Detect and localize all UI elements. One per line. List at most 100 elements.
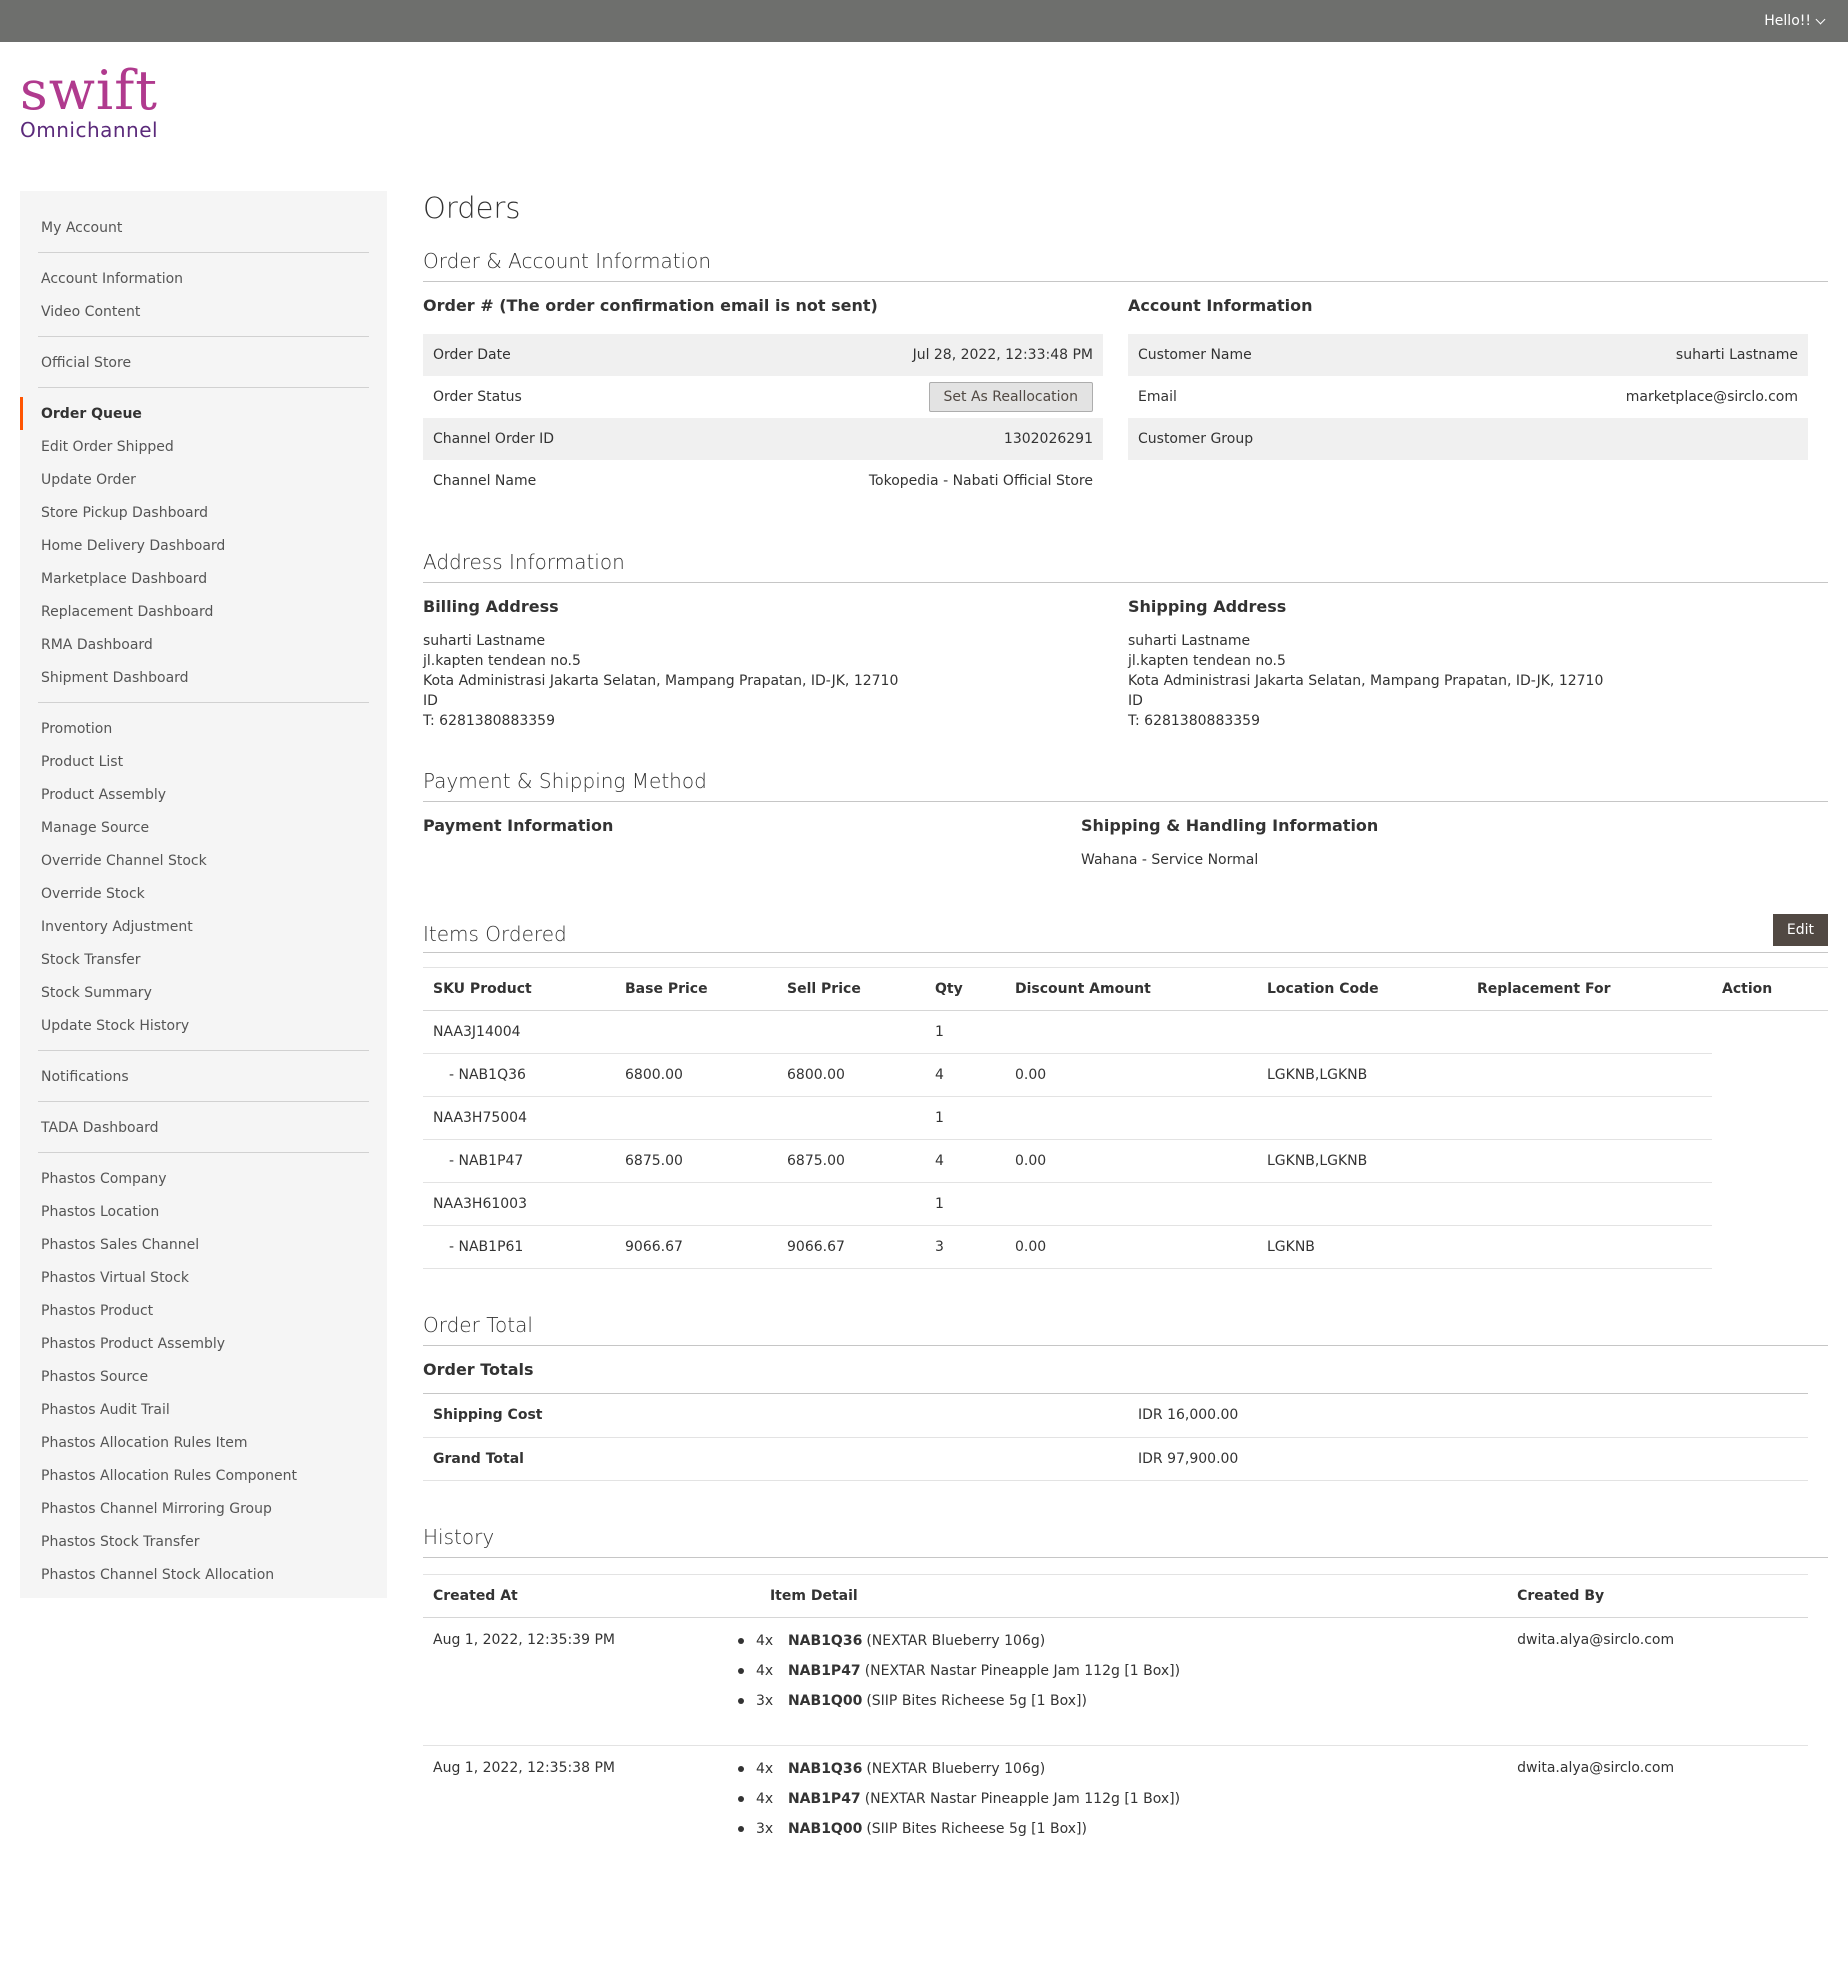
table-cell: 1	[925, 1096, 1005, 1140]
sidebar-item-update-stock-history[interactable]: Update Stock History	[20, 1009, 387, 1042]
sidebar-item-phastos-channel-mirroring-group[interactable]: Phastos Channel Mirroring Group	[20, 1492, 387, 1525]
bullet-icon	[737, 1825, 744, 1832]
billing-address-lines: suharti Lastname jl.kapten tendean no.5 …	[423, 631, 1103, 731]
order-info-title: Order # (The order confirmation email is…	[423, 296, 878, 315]
sidebar-divider	[38, 252, 369, 253]
sidebar-item-order-queue[interactable]: Order Queue	[20, 397, 387, 430]
table-cell: 1	[925, 1182, 1005, 1226]
sidebar-item-label: Stock Transfer	[41, 951, 141, 968]
history-created-by: dwita.alya@sirclo.com	[1517, 1759, 1675, 1776]
table-cell: 0.00	[1005, 1139, 1257, 1183]
history-item-sku: NAB1P47	[787, 1662, 861, 1679]
history-item-qty: 3x	[755, 1692, 774, 1709]
shipping-address: Shipping Address suharti Lastname jl.kap…	[1128, 597, 1828, 731]
sidebar-item-promotion[interactable]: Promotion	[20, 712, 387, 745]
logo-subtitle: Omnichannel	[20, 118, 159, 142]
sidebar-item-phastos-product[interactable]: Phastos Product	[20, 1294, 387, 1327]
set-as-reallocation-button[interactable]: Set As Reallocation	[928, 382, 1093, 412]
table-cell	[1005, 1010, 1257, 1054]
history-item-name: (NEXTAR Nastar Pineapple Jam 112g [1 Box…	[864, 1662, 1181, 1679]
sidebar-item-video-content[interactable]: Video Content	[20, 295, 387, 328]
table-cell: LGKNB	[1257, 1225, 1467, 1269]
edit-items-button[interactable]: Edit	[1772, 914, 1828, 946]
sidebar-item-home-delivery-dashboard[interactable]: Home Delivery Dashboard	[20, 529, 387, 562]
sidebar-item-label: TADA Dashboard	[41, 1119, 159, 1136]
billing-line: jl.kapten tendean no.5	[423, 653, 581, 669]
totals-label: Grand Total	[423, 1437, 1128, 1481]
sidebar-item-my-account[interactable]: My Account	[20, 211, 387, 244]
sidebar-item-override-stock[interactable]: Override Stock	[20, 877, 387, 910]
totals-row: Shipping Cost IDR 16,000.00	[423, 1394, 1808, 1438]
history-list-item: 4x NAB1P47 (NEXTAR Nastar Pineapple Jam 11…	[737, 1656, 1497, 1686]
sidebar-item-marketplace-dashboard[interactable]: Marketplace Dashboard	[20, 562, 387, 595]
user-greeting: Hello!!	[1764, 13, 1811, 29]
sidebar-item-tada-dashboard[interactable]: TADA Dashboard	[20, 1111, 387, 1144]
totals-table: Shipping Cost IDR 16,000.00 Grand Total IDR…	[423, 1394, 1808, 1481]
items-col-header: Sell Price	[777, 967, 925, 1011]
totals-value: IDR 16,000.00	[1128, 1394, 1808, 1438]
history-item-qty: 3x	[755, 1820, 774, 1837]
email-value[interactable]: marketplace@sirclo.com	[1626, 389, 1798, 405]
sidebar-item-phastos-audit-trail[interactable]: Phastos Audit Trail	[20, 1393, 387, 1426]
history-row: Aug 1, 2022, 12:35:39 PM 4x NAB1Q36 (NEXTAR…	[423, 1617, 1808, 1746]
section-title-items: Items Ordered	[423, 922, 567, 946]
sidebar-item-notifications[interactable]: Notifications	[20, 1060, 387, 1093]
items-col-header: Location Code	[1257, 967, 1467, 1011]
history-list-item: 4x NAB1P47 (NEXTAR Nastar Pineapple Jam 11…	[737, 1784, 1497, 1814]
sidebar-item-phastos-allocation-rules-component[interactable]: Phastos Allocation Rules Component	[20, 1459, 387, 1492]
sidebar-item-phastos-sales-channel[interactable]: Phastos Sales Channel	[20, 1228, 387, 1261]
sidebar-item-account-information[interactable]: Account Information	[20, 262, 387, 295]
order-totals: Order Totals Shipping Cost IDR 16,000.00 G…	[423, 1360, 1808, 1481]
sidebar-item-update-order[interactable]: Update Order	[20, 463, 387, 496]
history-item-name: (SIIP Bites Richeese 5g [1 Box])	[866, 1820, 1087, 1837]
history-col-header: Item Detail	[759, 1573, 1508, 1618]
user-menu[interactable]: Hello!!	[1764, 13, 1826, 29]
table-cell	[1257, 1096, 1467, 1140]
sidebar-item-rma-dashboard[interactable]: RMA Dashboard	[20, 628, 387, 661]
sidebar-item-label: Phastos Product Assembly	[41, 1335, 226, 1352]
shipping-line: ID	[1128, 693, 1143, 709]
order-date-row: Order Date Jul 28, 2022, 12:33:48 PM	[423, 334, 1103, 376]
table-cell	[1712, 1054, 1828, 1097]
sidebar-item-shipment-dashboard[interactable]: Shipment Dashboard	[20, 661, 387, 694]
sidebar-item-manage-source[interactable]: Manage Source	[20, 811, 387, 844]
billing-line: suharti Lastname	[423, 633, 546, 649]
email-row: Email marketplace@sirclo.com	[1128, 376, 1808, 418]
sidebar-item-phastos-product-assembly[interactable]: Phastos Product Assembly	[20, 1327, 387, 1360]
sidebar-item-product-list[interactable]: Product List	[20, 745, 387, 778]
sidebar-item-phastos-channel-stock-allocation[interactable]: Phastos Channel Stock Allocation	[20, 1558, 387, 1591]
history-table: Created At Item Detail Created By Aug 1, 2…	[423, 1573, 1808, 1874]
sidebar-item-phastos-allocation-rules-item[interactable]: Phastos Allocation Rules Item	[20, 1426, 387, 1459]
channel-order-id-value: 1302026291	[1003, 431, 1093, 447]
sidebar-item-official-store[interactable]: Official Store	[20, 346, 387, 379]
items-col-header: Discount Amount	[1005, 967, 1257, 1011]
sidebar-item-replacement-dashboard[interactable]: Replacement Dashboard	[20, 595, 387, 628]
sidebar-divider	[38, 1152, 369, 1153]
shipping-handling-title: Shipping & Handling Information	[1081, 816, 1379, 835]
customer-name-row: Customer Name suharti Lastname	[1128, 334, 1808, 376]
sidebar-nav: My Account Account Information Video Conte…	[20, 191, 387, 1598]
table-cell	[777, 1182, 925, 1226]
shipping-line: suharti Lastname	[1128, 633, 1251, 649]
sidebar-item-phastos-company[interactable]: Phastos Company	[20, 1162, 387, 1195]
order-info: Order # (The order confirmation email is…	[423, 296, 1103, 502]
table-cell	[1712, 1140, 1828, 1183]
sidebar-item-store-pickup-dashboard[interactable]: Store Pickup Dashboard	[20, 496, 387, 529]
sidebar-item-stock-summary[interactable]: Stock Summary	[20, 976, 387, 1009]
sidebar-item-phastos-virtual-stock[interactable]: Phastos Virtual Stock	[20, 1261, 387, 1294]
sidebar-item-phastos-stock-transfer[interactable]: Phastos Stock Transfer	[20, 1525, 387, 1558]
swift-logo[interactable]: swift Omnichannel	[20, 62, 170, 147]
table-cell	[1467, 1053, 1712, 1097]
sidebar-item-edit-order-shipped[interactable]: Edit Order Shipped	[20, 430, 387, 463]
sidebar-item-stock-transfer[interactable]: Stock Transfer	[20, 943, 387, 976]
sidebar-item-phastos-location[interactable]: Phastos Location	[20, 1195, 387, 1228]
sidebar-item-inventory-adjustment[interactable]: Inventory Adjustment	[20, 910, 387, 943]
table-cell	[1005, 1096, 1257, 1140]
sidebar-item-product-assembly[interactable]: Product Assembly	[20, 778, 387, 811]
sidebar-item-phastos-source[interactable]: Phastos Source	[20, 1360, 387, 1393]
history-col-header: Created At	[423, 1573, 760, 1618]
billing-address: Billing Address suharti Lastname jl.kapt…	[423, 597, 1103, 731]
sidebar-item-override-channel-stock[interactable]: Override Channel Stock	[20, 844, 387, 877]
sidebar-item-label: Promotion	[41, 720, 113, 737]
order-date-label: Order Date	[433, 347, 511, 363]
